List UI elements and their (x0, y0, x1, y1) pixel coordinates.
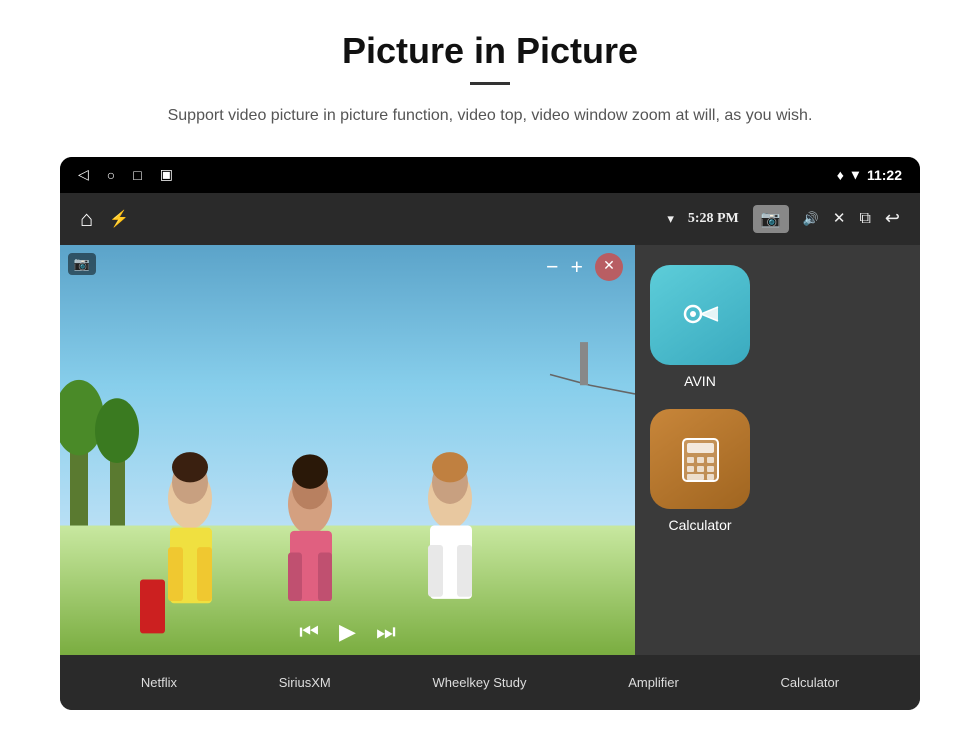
usb-icon: ⚡ (109, 209, 129, 229)
close-icon[interactable]: ✕ (833, 209, 846, 228)
dock-item-netflix[interactable]: Netflix (141, 675, 177, 690)
pip-icon[interactable]: ⧉ (859, 210, 870, 228)
pip-camera-icon: 📷 (68, 253, 96, 275)
calculator-app-icon[interactable] (650, 409, 750, 509)
pip-overlay[interactable]: 📷 − + ✕ ⏮ ▶ ⏭ (60, 245, 640, 655)
wifi-status-icon: ▾ (667, 211, 674, 227)
dock-label-wheelkey: Wheelkey Study (433, 675, 527, 690)
back-nav-icon[interactable]: ◁ (78, 166, 89, 183)
dock-label-netflix: Netflix (141, 675, 177, 690)
dock-item-calculator[interactable]: Calculator (781, 675, 840, 690)
device-frame: ◁ ○ □ ▣ ♦ ▾ 11:22 ⌂ ⚡ ▾ 5:28 PM 📷 🔊 ✕ ⧉ (60, 157, 920, 710)
volume-icon[interactable]: 🔊 (803, 211, 819, 227)
title-divider (470, 82, 510, 85)
avin-app-label: AVIN (684, 373, 716, 389)
video-scene (60, 245, 635, 655)
pip-close-button[interactable]: ✕ (595, 253, 623, 281)
pip-top-controls[interactable]: − + ✕ (546, 253, 623, 281)
dock-label-amplifier: Amplifier (628, 675, 679, 690)
avin-app-icon[interactable] (650, 265, 750, 365)
pip-next-button[interactable]: ⏭ (376, 619, 396, 645)
page-title: Picture in Picture (60, 30, 920, 72)
status-bar: ◁ ○ □ ▣ ♦ ▾ 11:22 (60, 157, 920, 193)
home-icon[interactable]: ⌂ (80, 206, 93, 232)
app-bar-time: 5:28 PM (688, 211, 739, 227)
app-bar-right: ▾ 5:28 PM 📷 🔊 ✕ ⧉ ↩ (667, 205, 900, 233)
bottom-dock: Netflix SiriusXM Wheelkey Study Amplifie… (60, 655, 920, 710)
status-bar-left: ◁ ○ □ ▣ (78, 166, 173, 183)
camera-button[interactable]: 📷 (753, 205, 789, 233)
dock-label-siriusxm: SiriusXM (279, 675, 331, 690)
pip-playback-controls[interactable]: ⏮ ▶ ⏭ (299, 619, 396, 645)
back-icon[interactable]: ↩ (885, 208, 900, 229)
page-container: Picture in Picture Support video picture… (0, 0, 980, 730)
pip-camera-badge: 📷 (68, 253, 96, 275)
page-subtitle: Support video picture in picture functio… (60, 103, 920, 129)
app-bar: ⌂ ⚡ ▾ 5:28 PM 📷 🔊 ✕ ⧉ ↩ (60, 193, 920, 245)
wifi-icon: ▾ (852, 166, 859, 183)
dock-item-amplifier[interactable]: Amplifier (628, 675, 679, 690)
home-nav-icon[interactable]: ○ (107, 167, 115, 183)
pip-prev-button[interactable]: ⏮ (299, 619, 319, 645)
status-time: 11:22 (867, 167, 902, 183)
pip-close-icon: ✕ (603, 258, 615, 275)
main-content: 📷 − + ✕ ⏮ ▶ ⏭ (60, 245, 920, 655)
pip-video-frame: 📷 − + ✕ ⏮ ▶ ⏭ (60, 245, 635, 655)
pip-play-button[interactable]: ▶ (339, 619, 356, 645)
screenshot-nav-icon[interactable]: ▣ (160, 166, 173, 183)
status-bar-right: ♦ ▾ 11:22 (837, 166, 902, 183)
dock-item-siriusxm[interactable]: SiriusXM (279, 675, 331, 690)
location-icon: ♦ (837, 167, 844, 183)
pip-zoom-in-button[interactable]: + (570, 254, 583, 280)
pip-zoom-out-button[interactable]: − (546, 254, 559, 280)
dock-label-calculator: Calculator (781, 675, 840, 690)
recents-nav-icon[interactable]: □ (133, 167, 141, 183)
dock-item-wheelkey[interactable]: Wheelkey Study (433, 675, 527, 690)
calculator-app-label: Calculator (668, 517, 731, 533)
